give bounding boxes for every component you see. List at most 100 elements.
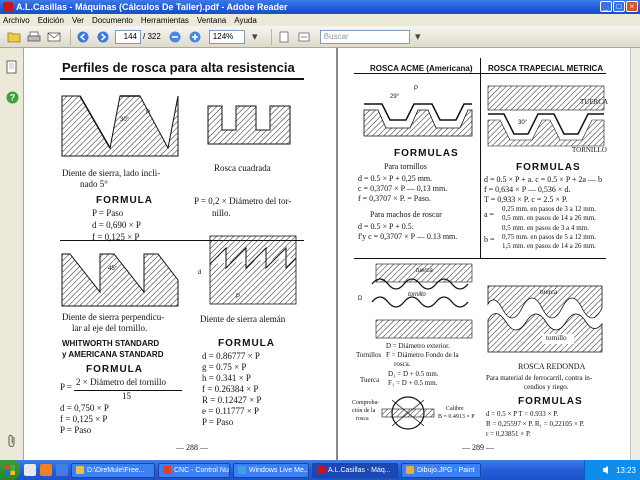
svg-text:D: D	[358, 296, 363, 302]
acme-machos-label: Para machos de roscar	[370, 210, 442, 219]
menu-edicion[interactable]: Edición	[38, 16, 64, 25]
task-cnc[interactable]: CNC - Control Nu...	[158, 462, 230, 478]
next-page-icon[interactable]	[95, 29, 111, 45]
search-dropdown-icon[interactable]: ▾	[410, 29, 426, 45]
acme-fig2-text5: F₁ = D + 0.5 mm.	[388, 379, 438, 387]
task-windows-live[interactable]: Windows Live Me...	[233, 462, 309, 478]
fig4-formula-line1: d = 0.86777 × P	[202, 351, 260, 361]
fig3-formula-line2: f = 0,125 × P	[60, 414, 108, 424]
svg-text:d: d	[198, 270, 201, 276]
acme-tornillos-line2: c = 0,3707 × P — 0,13 mm.	[358, 184, 448, 193]
task-dremule[interactable]: D:\DreMule\Free...	[71, 462, 155, 478]
fig4-formula-heading: FORMULA	[218, 338, 275, 349]
perpendicular-sawtooth-figure: 45°	[61, 253, 179, 307]
fig3-formula-line1: d = 0,750 × P	[60, 403, 109, 413]
pages-panel-icon[interactable]	[5, 60, 19, 74]
fig3-formula-numerator: 2 × Diámetro del tornillo	[76, 377, 167, 387]
close-button[interactable]: ×	[626, 1, 638, 12]
left-page-title: Perfiles de rosca para alta resistencia	[62, 60, 295, 75]
svg-text:30°: 30°	[518, 120, 528, 126]
trap-b-row2: 0,75 mm. en pasos de 5 a 12 mm.	[502, 233, 596, 241]
title-bar: A.L.Casillas - Máquinas (Cálculos De Tal…	[0, 0, 640, 14]
window-title: A.L.Casillas - Máquinas (Cálculos De Tal…	[16, 2, 288, 12]
round-desc-line1: Para material de ferrocarril, contra in-	[486, 374, 593, 382]
adobe-reader-icon	[3, 2, 13, 12]
maximize-button[interactable]: □	[613, 1, 625, 12]
acme-tornillos-line1: d = 0.5 × P + 0,25 mm.	[358, 174, 433, 183]
toolbar-separator	[270, 28, 272, 45]
task-adobe-reader[interactable]: A.L.Casillas - Máq...	[312, 462, 398, 478]
open-folder-icon[interactable]	[6, 29, 22, 45]
search-input[interactable]: Buscar	[319, 29, 410, 44]
round-heading: ROSCA REDONDA	[518, 362, 586, 371]
square-thread-figure	[207, 105, 291, 145]
minimize-button[interactable]: _	[600, 1, 612, 12]
quicklaunch-firefox-icon[interactable]	[40, 464, 52, 476]
help-icon[interactable]: ?	[5, 90, 19, 104]
email-icon[interactable]	[46, 29, 62, 45]
fig1-formula-line2: d = 0,690 × P	[92, 220, 141, 230]
german-sawtooth-figure: d P	[198, 235, 297, 305]
attachments-icon[interactable]	[5, 434, 19, 448]
svg-text:?: ?	[9, 92, 15, 102]
fig1-formula-line1: P = Paso	[92, 208, 124, 218]
volume-icon[interactable]	[602, 465, 612, 475]
zoom-out-icon[interactable]	[167, 29, 183, 45]
previous-page-icon[interactable]	[75, 29, 91, 45]
acme-fig2-text4: D₁ = D + 0.5 mm.	[388, 370, 439, 378]
menu-bar: Archivo Edición Ver Documento Herramient…	[0, 14, 640, 26]
menu-ventana[interactable]: Ventana	[197, 16, 226, 25]
system-tray: 13:23	[584, 460, 640, 480]
zoom-in-icon[interactable]	[187, 29, 203, 45]
zoom-input[interactable]: 124%	[208, 29, 245, 44]
fit-width-icon[interactable]	[296, 29, 312, 45]
fig3-standard-line2: y AMERICANA STANDARD	[62, 350, 164, 359]
fig1-caption-line2: nado 5°	[80, 179, 108, 189]
fit-page-icon[interactable]	[276, 29, 292, 45]
trap-b-row1: 0,5 mm. en pasos de 3 a 4 mm.	[502, 224, 589, 232]
acme-fig2-tornillos: Tornillos	[356, 351, 382, 359]
menu-archivo[interactable]: Archivo	[3, 16, 30, 25]
quicklaunch-ie-icon[interactable]	[56, 464, 68, 476]
fig2-formula-line1: P = 0,2 × Diámetro del tor-	[194, 196, 292, 206]
fig3-formula-denominator: 15	[122, 391, 131, 401]
menu-documento[interactable]: Documento	[92, 16, 133, 25]
quicklaunch-desktop-icon[interactable]	[24, 464, 36, 476]
menu-ver[interactable]: Ver	[72, 16, 84, 25]
round-desc-line2: cendios y riego.	[524, 383, 569, 391]
print-icon[interactable]	[26, 29, 42, 45]
calibre-formula: B = 0.4913 × P	[438, 414, 475, 420]
task-label: A.L.Casillas - Máq...	[328, 466, 391, 474]
menu-ayuda[interactable]: Ayuda	[234, 16, 257, 25]
fig2-formula-line2: nillo.	[212, 208, 231, 218]
acme-fig2-text1: D = Diámetro exterior.	[386, 342, 450, 350]
trap-b-row3: 1,5 mm. en pasos de 14 a 26 mm.	[502, 242, 596, 250]
fig4-caption: Diente de sierra alemán	[200, 314, 286, 324]
acme-thread-figure: 29° P	[363, 86, 473, 137]
trap-formula-line2: f = 0,634 × P — 0,536 × d.	[484, 185, 571, 194]
start-button[interactable]	[0, 460, 20, 480]
acme-fig2-text2: F = Diámetro Fondo de la	[386, 351, 459, 359]
svg-text:tuerca: tuerca	[416, 268, 433, 274]
round-formula-line2: R = 0,25597 × P. R₁ = 0,22105 × P.	[486, 420, 585, 428]
trap-formulas-heading: FORMULAS	[516, 162, 581, 173]
svg-text:30°: 30°	[120, 117, 130, 123]
task-label: Windows Live Me...	[249, 466, 309, 474]
zoom-dropdown-icon[interactable]: ▾	[247, 29, 263, 45]
menu-herramientas[interactable]: Herramientas	[141, 16, 189, 25]
fig1-caption-line1: Diente de sierra, lado incli-	[62, 168, 161, 178]
gauge-label-line3: rosca	[356, 416, 369, 422]
round-label-tuerca: tuerca	[540, 288, 558, 296]
fig3-caption-line2: lar al eje del tornillo.	[72, 323, 148, 333]
acme-nut-bolt-figure: tuerca tornillo D	[358, 263, 473, 339]
vertical-scrollbar[interactable]	[630, 48, 640, 460]
acme-heading: ROSCA ACME (Americana)	[370, 64, 473, 73]
paint-icon	[406, 466, 414, 474]
trap-b-label: b =	[484, 235, 495, 244]
trap-label-tuerca: TUERCA	[580, 98, 608, 106]
clock: 13:23	[615, 465, 636, 475]
task-paint[interactable]: Dibujo.JPG - Paint	[401, 462, 481, 478]
page-number-input[interactable]: 144	[115, 29, 141, 44]
svg-text:P: P	[146, 110, 150, 116]
acme-machos-line1: d = 0.5 × P + 0.5.	[358, 222, 414, 231]
